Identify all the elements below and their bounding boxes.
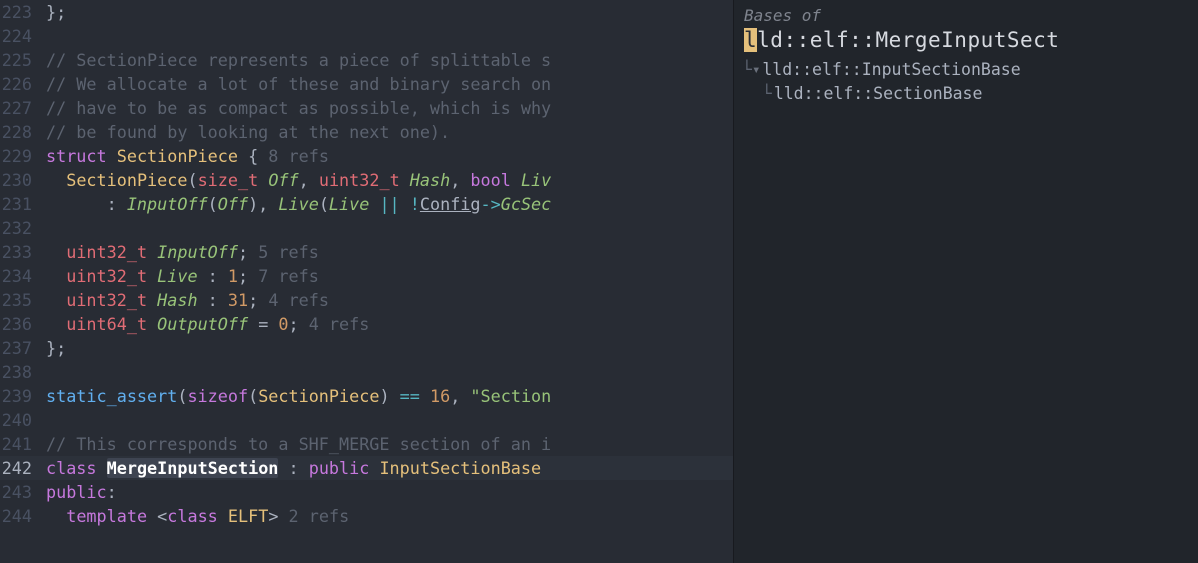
code-line[interactable]: 224: [0, 24, 733, 48]
line-number: 240: [0, 408, 46, 432]
code-line[interactable]: 223};: [0, 0, 733, 24]
line-number: 234: [0, 264, 46, 288]
line-number: 233: [0, 240, 46, 264]
line-number: 231: [0, 192, 46, 216]
code-line[interactable]: 240: [0, 408, 733, 432]
line-number: 224: [0, 24, 46, 48]
code-line[interactable]: 227// have to be as compact as possible,…: [0, 96, 733, 120]
code-line[interactable]: 233 uint32_t InputOff; 5 refs: [0, 240, 733, 264]
line-number: 238: [0, 360, 46, 384]
code-line[interactable]: 231 : InputOff(Off), Live(Live || !Confi…: [0, 192, 733, 216]
line-number: 226: [0, 72, 46, 96]
code-line[interactable]: 238: [0, 360, 733, 384]
code-line[interactable]: 242class MergeInputSection : public Inpu…: [0, 456, 733, 480]
line-number: 227: [0, 96, 46, 120]
line-number: 236: [0, 312, 46, 336]
hierarchy-tree: └▾lld::elf::InputSectionBase └lld::elf::…: [742, 58, 1190, 106]
code-editor[interactable]: 223};224225// SectionPiece represents a …: [0, 0, 733, 563]
code-line[interactable]: 230 SectionPiece(size_t Off, uint32_t Ha…: [0, 168, 733, 192]
code-line[interactable]: 241// This corresponds to a SHF_MERGE se…: [0, 432, 733, 456]
panel-main-type: lld::elf::MergeInputSect: [742, 28, 1190, 58]
line-number: 242: [0, 456, 46, 480]
code-line[interactable]: 232: [0, 216, 733, 240]
code-line[interactable]: 228// be found by looking at the next on…: [0, 120, 733, 144]
hierarchy-item[interactable]: └▾lld::elf::InputSectionBase: [742, 58, 1190, 82]
code-line[interactable]: 239static_assert(sizeof(SectionPiece) ==…: [0, 384, 733, 408]
line-number: 229: [0, 144, 46, 168]
cursor-block: l: [744, 28, 757, 52]
code-line[interactable]: 243public:: [0, 480, 733, 504]
line-number: 243: [0, 480, 46, 504]
type-hierarchy-panel: Bases of lld::elf::MergeInputSect └▾lld:…: [733, 0, 1198, 563]
line-number: 244: [0, 504, 46, 528]
line-number: 241: [0, 432, 46, 456]
line-number: 228: [0, 120, 46, 144]
code-line[interactable]: 229struct SectionPiece { 8 refs: [0, 144, 733, 168]
code-line[interactable]: 234 uint32_t Live : 1; 7 refs: [0, 264, 733, 288]
line-number: 235: [0, 288, 46, 312]
expand-arrow-icon[interactable]: ▾: [752, 58, 760, 82]
code-line[interactable]: 235 uint32_t Hash : 31; 4 refs: [0, 288, 733, 312]
code-line[interactable]: 237};: [0, 336, 733, 360]
code-line[interactable]: 225// SectionPiece represents a piece of…: [0, 48, 733, 72]
line-number: 223: [0, 0, 46, 24]
code-line[interactable]: 236 uint64_t OutputOff = 0; 4 refs: [0, 312, 733, 336]
line-number: 239: [0, 384, 46, 408]
line-number: 225: [0, 48, 46, 72]
code-line[interactable]: 226// We allocate a lot of these and bin…: [0, 72, 733, 96]
code-line[interactable]: 244 template <class ELFT> 2 refs: [0, 504, 733, 528]
panel-title: Bases of: [742, 4, 1190, 28]
line-number: 232: [0, 216, 46, 240]
hierarchy-item[interactable]: └lld::elf::SectionBase: [742, 82, 1190, 106]
line-number: 230: [0, 168, 46, 192]
line-number: 237: [0, 336, 46, 360]
